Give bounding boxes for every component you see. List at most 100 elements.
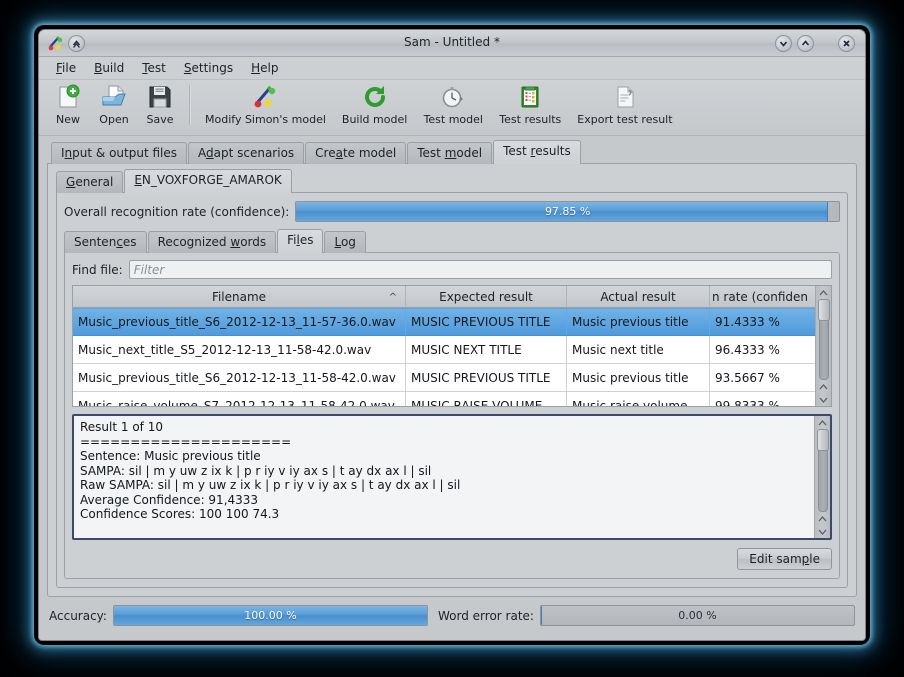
- tab-recognized-words[interactable]: Recognized words: [147, 231, 277, 253]
- toolbar-button-test-results[interactable]: Test results: [491, 83, 569, 126]
- file-table-scrollarea: Filename ^ Expected result Actual result…: [73, 286, 815, 406]
- menu-item-test[interactable]: Test: [133, 59, 175, 77]
- file-table-header-row: Filename ^ Expected result Actual result…: [73, 286, 815, 308]
- edit-sample-button[interactable]: Edit sample: [737, 548, 832, 570]
- menu-bar: File Build Test Settings Help: [39, 57, 865, 80]
- cell-rate: 91.4333 %: [709, 307, 815, 336]
- file-table-scroll-track[interactable]: [817, 299, 830, 380]
- tab-test-model[interactable]: Test model: [407, 142, 493, 164]
- simon-model-icon: [252, 84, 278, 110]
- detail-scroll-down-icon[interactable]: [816, 525, 830, 538]
- file-table-scrollbar[interactable]: [815, 286, 831, 406]
- accuracy-progress-value: 100.00 %: [244, 609, 297, 622]
- find-file-label: Find file:: [72, 262, 123, 277]
- toolbar-label-test-results: Test results: [499, 113, 562, 126]
- menu-item-file[interactable]: File: [47, 59, 85, 77]
- file-table-grid: Filename ^ Expected result Actual result…: [73, 286, 815, 406]
- overall-recognition-progressbar: 97.85 %: [295, 201, 840, 222]
- column-header-recognition-rate[interactable]: n rate (confiden: [709, 286, 815, 308]
- column-header-filename[interactable]: Filename ^: [73, 286, 406, 308]
- overall-recognition-label: Overall recognition rate (confidence):: [64, 204, 290, 219]
- desktop-background: Sam - Untitled * File Build Test Setting…: [0, 0, 904, 677]
- column-header-actual-result-label: Actual result: [600, 289, 676, 304]
- minimize-button[interactable]: [775, 35, 792, 52]
- toolbar-label-new: New: [56, 113, 80, 126]
- cell-filename: Music_raise_volume_S7_2012-12-13_11-58-4…: [73, 391, 406, 406]
- tab-adapt-scenarios[interactable]: Adapt scenarios: [188, 142, 305, 164]
- toolbar-button-save[interactable]: Save: [137, 83, 183, 126]
- tab-test-results[interactable]: Test results: [493, 140, 581, 164]
- toolbar-button-test-model[interactable]: Test model: [415, 83, 491, 126]
- toolbar-label-build-model: Build model: [341, 113, 408, 126]
- cell-expected: MUSIC NEXT TITLE: [405, 335, 567, 364]
- table-row[interactable]: Music_previous_title_S6_2012-12-13_11-58…: [73, 363, 815, 392]
- scroll-down-icon[interactable]: [817, 393, 831, 406]
- column-header-expected-result[interactable]: Expected result: [405, 286, 567, 308]
- application-window: Sam - Untitled * File Build Test Setting…: [38, 29, 866, 641]
- menu-item-build[interactable]: Build: [85, 59, 133, 77]
- toolbar: New Open Save Modify Simon's model Build…: [39, 80, 865, 136]
- maximize-button[interactable]: [797, 35, 814, 52]
- tab-en-voxforge-amarok[interactable]: EN_VOXFORGE_AMAROK: [124, 169, 292, 193]
- cell-filename: Music_next_title_S5_2012-12-13_11-58-42.…: [73, 335, 406, 364]
- file-table-scroll-thumb[interactable]: [817, 299, 830, 321]
- detail-scroll-thumb[interactable]: [816, 429, 829, 451]
- toolbar-button-export-test-result[interactable]: Export test result: [569, 83, 680, 126]
- result-detail-text: Result 1 of 10 ===================== Sen…: [80, 420, 461, 521]
- cell-rate: 96.4333 %: [709, 335, 815, 364]
- cell-actual: Music previous title: [566, 363, 710, 392]
- open-folder-icon: [101, 84, 127, 110]
- tab-sentences[interactable]: Sentences: [64, 231, 147, 253]
- detail-scroll-step-up-icon[interactable]: [816, 512, 830, 525]
- toolbar-button-new[interactable]: New: [45, 83, 91, 126]
- cell-actual: Music raise volume: [566, 391, 710, 406]
- tab-general[interactable]: General: [56, 171, 124, 193]
- edit-sample-row: Edit sample: [72, 548, 832, 570]
- cell-filename: Music_previous_title_S6_2012-12-13_11-57…: [73, 307, 406, 336]
- menu-item-help[interactable]: Help: [242, 59, 287, 77]
- close-button[interactable]: [838, 35, 855, 52]
- tab-input-output-files[interactable]: Input & output files: [51, 142, 187, 164]
- tab-files[interactable]: Files: [277, 229, 324, 253]
- table-row[interactable]: Music_next_title_S5_2012-12-13_11-58-42.…: [73, 335, 815, 364]
- toolbar-label-modify-simons-model: Modify Simon's model: [205, 113, 326, 126]
- word-error-rate-progressbar: 0.00 %: [539, 605, 856, 626]
- voxforge-panel: Overall recognition rate (confidence): 9…: [56, 192, 848, 588]
- toolbar-button-build-model[interactable]: Build model: [334, 83, 415, 126]
- inner-tabstrip: Sentences Recognized words Files Log: [64, 229, 840, 253]
- test-results-panel: General EN_VOXFORGE_AMAROK Overall recog…: [47, 163, 857, 597]
- find-file-row: Find file:: [72, 260, 832, 279]
- overall-recognition-row: Overall recognition rate (confidence): 9…: [64, 201, 840, 222]
- toolbar-button-open[interactable]: Open: [91, 83, 137, 126]
- cell-actual: Music next title: [566, 335, 710, 364]
- build-refresh-icon: [362, 84, 388, 110]
- window-title: Sam - Untitled *: [404, 35, 500, 49]
- word-error-rate-value: 0.00 %: [678, 609, 717, 622]
- detail-scroll-track[interactable]: [816, 429, 829, 512]
- file-table: Filename ^ Expected result Actual result…: [72, 285, 832, 407]
- cell-expected: MUSIC RAISE VOLUME: [405, 391, 567, 406]
- table-row[interactable]: Music_previous_title_S6_2012-12-13_11-57…: [73, 307, 815, 336]
- column-header-actual-result[interactable]: Actual result: [566, 286, 710, 308]
- stopwatch-icon: [440, 84, 466, 110]
- tab-create-model[interactable]: Create model: [305, 142, 407, 164]
- cell-rate: 93.5667 %: [709, 363, 815, 392]
- column-header-filename-label: Filename: [211, 289, 267, 304]
- toolbar-separator: [189, 85, 191, 125]
- menu-item-settings[interactable]: Settings: [175, 59, 242, 77]
- find-file-input[interactable]: [128, 260, 832, 279]
- window-body: Input & output files Adapt scenarios Cre…: [39, 136, 865, 640]
- scroll-up-icon[interactable]: [817, 286, 831, 299]
- result-detail-box[interactable]: Result 1 of 10 ===================== Sen…: [72, 414, 832, 540]
- scroll-step-up-icon[interactable]: [817, 380, 831, 393]
- column-header-recognition-rate-label: n rate (confiden: [712, 289, 808, 304]
- detail-scroll-up-icon[interactable]: [816, 416, 830, 429]
- table-row[interactable]: Music_raise_volume_S7_2012-12-13_11-58-4…: [73, 391, 815, 406]
- toolbar-button-modify-simons-model[interactable]: Modify Simon's model: [197, 83, 334, 126]
- tab-log[interactable]: Log: [324, 231, 366, 253]
- cell-filename: Music_previous_title_S6_2012-12-13_11-58…: [73, 363, 406, 392]
- result-detail-scrollbar[interactable]: [814, 416, 830, 538]
- toolbar-label-test-model: Test model: [423, 113, 483, 126]
- toolbar-label-open: Open: [99, 113, 129, 126]
- result-tabstrip: General EN_VOXFORGE_AMAROK: [56, 169, 848, 193]
